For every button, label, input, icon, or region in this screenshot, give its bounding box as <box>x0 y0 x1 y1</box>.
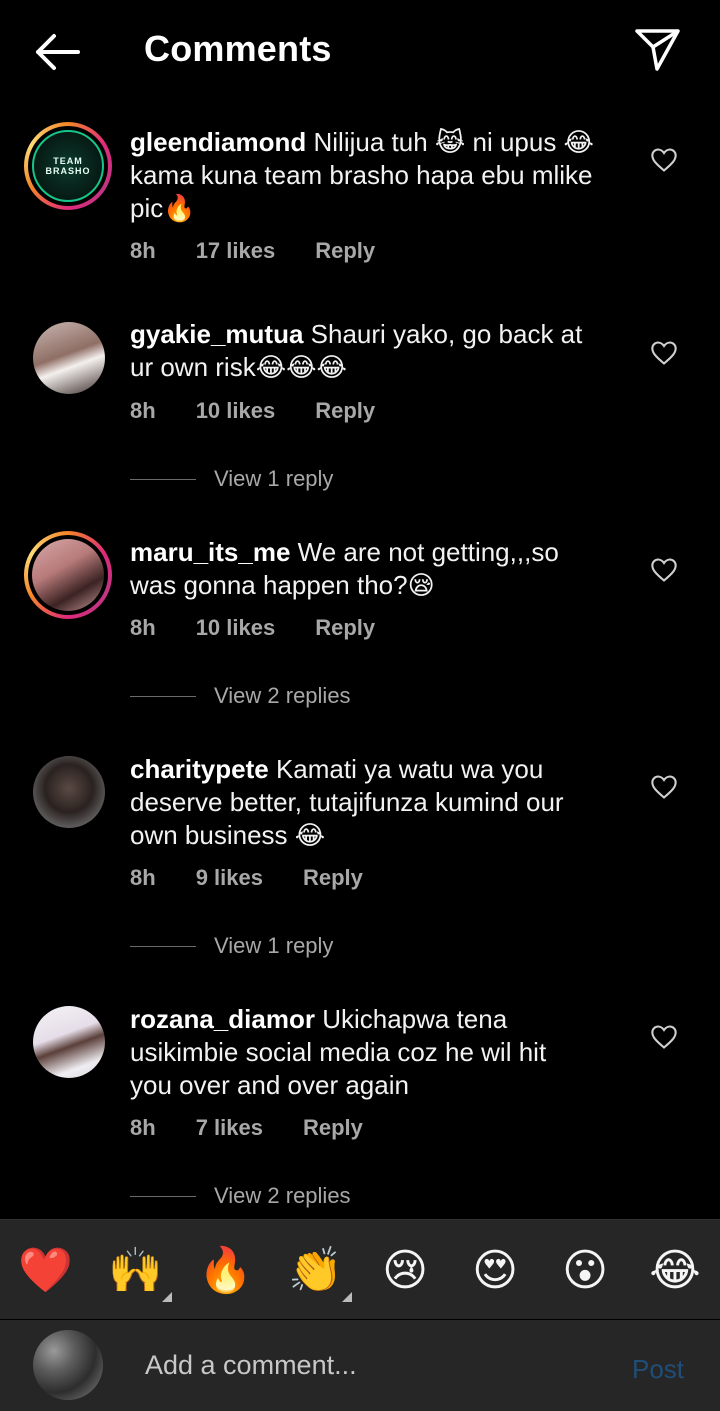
comment-username[interactable]: maru_its_me <box>130 537 290 567</box>
view-replies-button[interactable]: View 2 replies <box>130 683 351 709</box>
paper-plane-icon <box>635 29 680 71</box>
divider-line <box>130 1195 196 1197</box>
comment-username[interactable]: gleendiamond <box>130 127 306 157</box>
emoji-glyph: 👏 <box>288 1245 343 1296</box>
page-title: Comments <box>144 28 332 69</box>
emoji-clap-button[interactable]: 👏 <box>288 1244 352 1302</box>
comment-likes[interactable]: 7 likes <box>196 1115 263 1141</box>
top-bar: Comments <box>0 0 720 100</box>
emoji-glyph: 😮 <box>562 1245 608 1296</box>
emoji-glyph: 😍 <box>472 1245 518 1296</box>
avatar[interactable] <box>33 756 105 828</box>
comment-input[interactable]: Add a comment... <box>145 1350 357 1381</box>
avatar <box>33 1330 103 1400</box>
reply-button[interactable]: Reply <box>315 615 375 641</box>
divider-line <box>130 695 196 697</box>
heart-outline-icon[interactable] <box>650 339 678 367</box>
avatar-logo-text: TEAM <box>53 156 83 166</box>
comment-time: 8h <box>130 398 156 423</box>
comment-time: 8h <box>130 615 156 640</box>
comment-text: gyakie_mutua Shauri yako, go back at ur … <box>130 318 630 384</box>
comment-time: 8h <box>130 1115 156 1140</box>
back-button[interactable] <box>30 28 82 76</box>
heart-outline-icon[interactable] <box>650 556 678 584</box>
comment-body: own business 😂 <box>130 820 326 850</box>
comment-text: charitypete Kamati ya watu wa you deserv… <box>130 753 630 852</box>
comment-time: 8h <box>130 238 156 263</box>
view-replies-label: View 1 reply <box>214 933 334 958</box>
comment-meta: 8h 10 likes Reply <box>130 615 415 641</box>
skin-tone-indicator <box>342 1292 352 1302</box>
comment-text: rozana_diamor Ukichapwa tena usikimbie s… <box>130 1003 630 1102</box>
comment-likes[interactable]: 10 likes <box>196 615 276 641</box>
divider-line <box>130 945 196 947</box>
emoji-glyph: 😢 <box>382 1245 428 1296</box>
emoji-heart-button[interactable]: ❤️ <box>18 1244 73 1298</box>
comment-composer: Add a comment... Post <box>0 1320 720 1411</box>
comment-text: maru_its_me We are not getting,,,so was … <box>130 536 630 602</box>
post-button[interactable]: Post <box>632 1354 684 1385</box>
divider-line <box>130 478 196 480</box>
share-button[interactable] <box>630 24 684 74</box>
view-replies-label: View 2 replies <box>214 1183 351 1208</box>
emoji-reaction-bar: ❤️ 🙌 🔥 👏 😢 😍 😮 😂 <box>0 1219 720 1319</box>
comment-body: Nilijua tuh 😹 ni upus 😂 <box>313 127 594 157</box>
comment-likes[interactable]: 9 likes <box>196 865 263 891</box>
comment-body: Shauri yako, go back at <box>310 319 583 349</box>
comment-body: Ukichapwa tena <box>322 1004 508 1034</box>
comment-body: Kamati ya watu wa you <box>275 754 544 784</box>
emoji-raised-hands-button[interactable]: 🙌 <box>108 1244 172 1302</box>
skin-tone-indicator <box>162 1292 172 1302</box>
comment-username[interactable]: charitypete <box>130 754 269 784</box>
avatar-logo-text: BRASHO <box>45 166 91 176</box>
view-replies-button[interactable]: View 2 replies <box>130 1183 351 1209</box>
emoji-fire-button[interactable]: 🔥 <box>198 1244 253 1298</box>
comment-username[interactable]: rozana_diamor <box>130 1004 315 1034</box>
avatar[interactable] <box>33 1006 105 1078</box>
comment-body: ur own risk😂😂😂 <box>130 352 347 382</box>
reply-button[interactable]: Reply <box>303 865 363 891</box>
emoji-heart-eyes-button[interactable]: 😍 <box>468 1244 522 1298</box>
comment-likes[interactable]: 17 likes <box>196 238 276 264</box>
comment-body: deserve better, tutajifunza kumind our <box>130 787 564 817</box>
comment-body: kama kuna team brasho hapa ebu mlike <box>130 160 593 190</box>
reply-button[interactable]: Reply <box>315 238 375 264</box>
emoji-glyph: 😂 <box>649 1245 701 1296</box>
heart-outline-icon[interactable] <box>650 1023 678 1051</box>
heart-outline-icon[interactable] <box>650 146 678 174</box>
comment-time: 8h <box>130 865 156 890</box>
comment-text: gleendiamond Nilijua tuh 😹 ni upus 😂 kam… <box>130 126 630 225</box>
comment-likes[interactable]: 10 likes <box>196 398 276 424</box>
view-replies-label: View 2 replies <box>214 683 351 708</box>
heart-outline-icon[interactable] <box>650 773 678 801</box>
comment-body: was gonna happen tho?😪 <box>130 570 435 600</box>
comment-body: pic🔥 <box>130 193 196 223</box>
emoji-wow-button[interactable]: 😮 <box>558 1244 612 1298</box>
comment-username[interactable]: gyakie_mutua <box>130 319 303 349</box>
view-replies-button[interactable]: View 1 reply <box>130 466 333 492</box>
comment-meta: 8h 9 likes Reply <box>130 865 403 891</box>
view-replies-label: View 1 reply <box>214 466 334 491</box>
back-arrow-icon <box>36 34 80 70</box>
avatar[interactable] <box>33 322 105 394</box>
comment-body: you over and over again <box>130 1070 409 1100</box>
comment-body: We are not getting,,,so <box>297 537 559 567</box>
comment-body: usikimbie social media coz he wil hit <box>130 1037 547 1067</box>
avatar[interactable] <box>24 531 112 619</box>
emoji-glyph: ❤️ <box>18 1245 73 1296</box>
emoji-laughing-button[interactable]: 😂 <box>648 1244 702 1298</box>
avatar[interactable]: TEAM BRASHO <box>24 122 112 210</box>
comment-meta: 8h 10 likes Reply <box>130 398 415 424</box>
comment-meta: 8h 17 likes Reply <box>130 238 415 264</box>
emoji-glyph: 🔥 <box>198 1245 253 1296</box>
reply-button[interactable]: Reply <box>303 1115 363 1141</box>
emoji-crying-button[interactable]: 😢 <box>378 1244 432 1298</box>
reply-button[interactable]: Reply <box>315 398 375 424</box>
view-replies-button[interactable]: View 1 reply <box>130 933 333 959</box>
comment-meta: 8h 7 likes Reply <box>130 1115 403 1141</box>
emoji-glyph: 🙌 <box>108 1245 163 1296</box>
